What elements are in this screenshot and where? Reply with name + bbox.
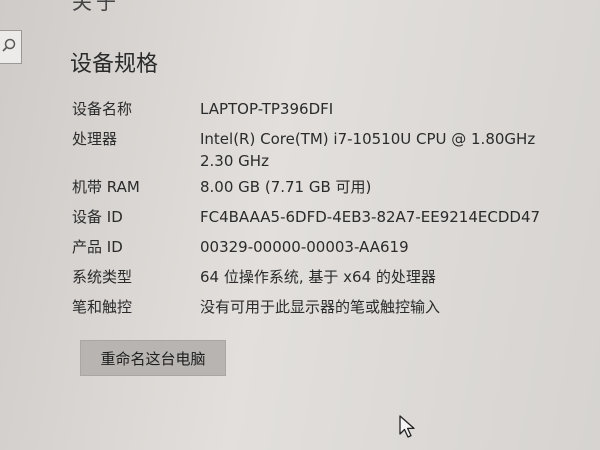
spec-value: 没有可用于此显示器的笔或触控输入 — [200, 298, 441, 316]
device-specs-list: 设备名称 LAPTOP-TP396DFI 处理器 Intel(R) Core(T… — [72, 98, 592, 326]
section-title-device-specs: 设备规格 — [70, 52, 159, 77]
search-icon — [1, 37, 17, 53]
spec-label: 系统类型 — [72, 268, 133, 286]
spec-row-ram: 机带 RAM 8.00 GB (7.71 GB 可用) — [72, 176, 592, 202]
mouse-cursor-icon — [398, 414, 418, 440]
spec-row-system-type: 系统类型 64 位操作系统, 基于 x64 的处理器 — [72, 266, 592, 292]
spec-row-device-name: 设备名称 LAPTOP-TP396DFI — [72, 98, 592, 124]
spec-value: Intel(R) Core(TM) i7-10510U CPU @ 1.80GH… — [200, 130, 536, 170]
spec-value: LAPTOP-TP396DFI — [200, 100, 334, 118]
spec-value: 00329-00000-00003-AA619 — [200, 238, 409, 256]
spec-label: 机带 RAM — [72, 178, 140, 196]
spec-label: 笔和触控 — [72, 298, 133, 316]
spec-label: 处理器 — [72, 130, 118, 148]
page-title: 关于 — [72, 0, 120, 14]
spec-row-pen-touch: 笔和触控 没有可用于此显示器的笔或触控输入 — [72, 296, 592, 322]
spec-label: 设备名称 — [72, 100, 133, 118]
spec-row-device-id: 设备 ID FC4BAAA5-6DFD-4EB3-82A7-EE9214ECDD… — [72, 206, 592, 232]
spec-row-product-id: 产品 ID 00329-00000-00003-AA619 — [72, 236, 592, 262]
spec-label: 产品 ID — [72, 238, 123, 256]
spec-value: FC4BAAA5-6DFD-4EB3-82A7-EE9214ECDD47 — [200, 208, 541, 226]
search-box[interactable] — [0, 30, 22, 64]
rename-pc-button[interactable]: 重命名这台电脑 — [80, 340, 226, 376]
settings-about-page: 关于 设备规格 设备名称 LAPTOP-TP396DFI 处理器 Intel(R… — [0, 0, 600, 450]
spec-value: 64 位操作系统, 基于 x64 的处理器 — [200, 268, 436, 286]
spec-label: 设备 ID — [72, 208, 123, 226]
spec-row-processor: 处理器 Intel(R) Core(TM) i7-10510U CPU @ 1.… — [72, 128, 592, 172]
spec-value: 8.00 GB (7.71 GB 可用) — [200, 178, 372, 196]
